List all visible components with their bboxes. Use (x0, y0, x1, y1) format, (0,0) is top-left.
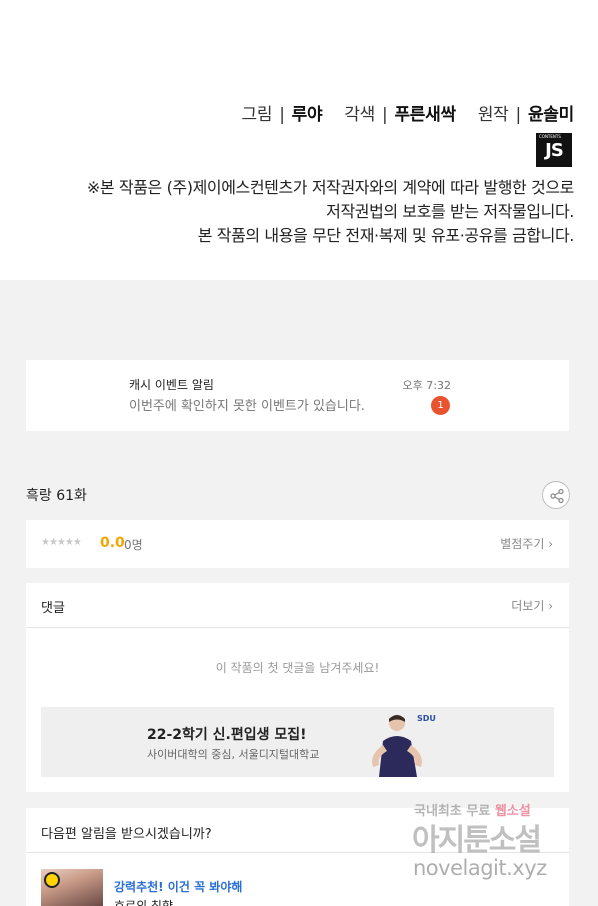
adapt-name: 푸른새싹 (394, 105, 456, 125)
empty-comments-message: 이 작품의 첫 댓글을 남겨주세요! (215, 661, 380, 675)
alert-time: 오후 7:32 (402, 379, 451, 392)
comments-section: 댓글 더보기 › 이 작품의 첫 댓글을 남겨주세요! 22-2학기 신.편입생… (26, 583, 569, 792)
notice-line: 저작권법의 보호를 받는 저작물입니다. (326, 202, 574, 221)
cash-event-alert[interactable]: 캐시 이벤트 알림 이번주에 확인하지 못한 이벤트가 있습니다. 오후 7:3… (26, 360, 569, 431)
recommendation-title[interactable]: 강력추천! 이건 꼭 봐야해 (114, 878, 242, 895)
copyright-notice: ※본 작품은 (주)제이에스컨텐츠가 저작권자와의 계약에 따라 발행한 것으로… (87, 176, 574, 248)
ad-logo: SDU (417, 714, 436, 723)
share-button[interactable] (542, 481, 570, 509)
recommendation-thumbnail[interactable] (41, 869, 103, 906)
episode-title: 흑랑 61화 (26, 488, 87, 504)
credits-section: 그림 | 루야 각색 | 푸른새싹 원작 | 윤솔미 CONTENTS JS ※본 작품은 (주)… (0, 0, 598, 280)
adapt-role-label: 각색 (344, 105, 376, 125)
star-rating-icon: ★★★★★ (41, 537, 82, 548)
art-name: 루야 (291, 105, 323, 125)
site-watermark: 국내최초 무료 웹소설 아지툰소설 novelagit.xyz (410, 800, 585, 890)
share-icon (550, 488, 564, 504)
credit-row: 그림 | 루야 각색 | 푸른새싹 원작 | 윤솔미 (241, 100, 575, 125)
watermark-line2: 아지툰소설 (412, 823, 542, 858)
art-role-label: 그림 (241, 105, 273, 125)
separator: | (279, 105, 285, 125)
rating-count: 0명 (124, 538, 143, 552)
original-name: 윤솔미 (527, 105, 574, 125)
publisher-logo: CONTENTS JS (536, 133, 572, 167)
alert-count-badge: 1 (431, 396, 450, 415)
clock-icon (44, 872, 60, 888)
rate-button[interactable]: 별점주기 › (500, 535, 553, 552)
original-role-label: 원작 (477, 105, 509, 125)
ad-banner[interactable]: 22-2학기 신.편입생 모집! 사이버대학의 중심, 서울디지털대학교 SDU (41, 707, 554, 777)
rating-bar: ★★★★★ 0.0 0명 별점주기 › (26, 520, 569, 568)
comments-header: 댓글 더보기 › (26, 583, 569, 628)
recommendation-subtitle[interactable]: 호로의 침향 (114, 897, 173, 906)
alert-title: 캐시 이벤트 알림 (129, 378, 214, 392)
alert-message: 이번주에 확인하지 못한 이벤트가 있습니다. (129, 399, 365, 414)
notice-line: 본 작품의 내용을 무단 전재·복제 및 유포·공유를 금합니다. (197, 226, 575, 245)
watermark-line3: novelagit.xyz (413, 856, 547, 880)
notice-line: ※본 작품은 (주)제이에스컨텐츠가 저작권자와의 계약에 따라 발행한 것으로 (86, 178, 574, 197)
rating-score: 0.0 (100, 535, 125, 551)
comments-more-link[interactable]: 더보기 › (511, 597, 553, 614)
separator: | (515, 105, 522, 125)
ad-subtitle: 사이버대학의 중심, 서울디지털대학교 (147, 748, 320, 761)
comments-label: 댓글 (41, 601, 65, 616)
ad-title: 22-2학기 신.편입생 모집! (147, 727, 307, 743)
separator: | (382, 105, 388, 125)
next-episode-question: 다음편 알림을 받으시겠습니까? (41, 827, 212, 842)
